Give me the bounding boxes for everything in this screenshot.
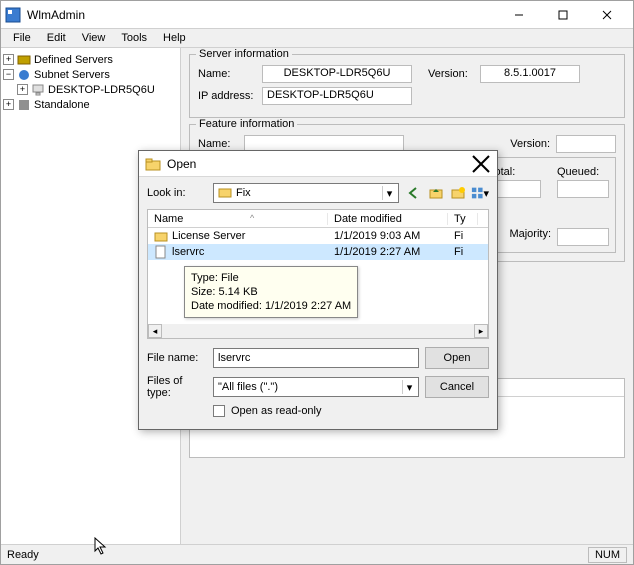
server-ip-field: DESKTOP-LDR5Q6U (262, 87, 412, 105)
feature-info-legend: Feature information (196, 118, 297, 130)
file-list[interactable]: Name^ Date modified Ty License Server 1/… (147, 209, 489, 339)
file-name-input[interactable] (213, 348, 419, 368)
subnet-servers-icon (17, 68, 31, 82)
status-ready: Ready (7, 549, 39, 561)
file-name-label: File name: (147, 352, 207, 364)
files-of-type-value: "All files (".") (218, 381, 278, 393)
scroll-right-icon[interactable]: ▸ (474, 324, 488, 338)
chevron-down-icon[interactable]: ▾ (382, 186, 396, 200)
folder-icon (218, 185, 232, 202)
app-icon (5, 7, 21, 23)
defined-servers-icon (17, 53, 31, 67)
queued-label: Queued: (557, 166, 609, 178)
server-name-label: Name: (198, 68, 256, 80)
files-of-type-combo[interactable]: "All files (".") ▾ (213, 377, 419, 397)
server-ip-label: IP address: (198, 90, 256, 102)
collapse-icon[interactable]: − (3, 69, 14, 80)
file-name: lservrc (172, 246, 204, 258)
read-only-checkbox[interactable] (213, 405, 225, 417)
majority-field (557, 228, 609, 246)
open-dialog-title: Open (167, 157, 471, 171)
tree-subnet-servers[interactable]: Subnet Servers (34, 69, 110, 81)
tree-defined-servers[interactable]: Defined Servers (34, 54, 113, 66)
col-date-header[interactable]: Date modified (328, 213, 448, 225)
file-icon (154, 245, 168, 259)
cancel-button[interactable]: Cancel (425, 376, 489, 398)
minimize-button[interactable] (497, 1, 541, 29)
folder-icon (154, 229, 168, 243)
menu-file[interactable]: File (5, 32, 39, 44)
scroll-left-icon[interactable]: ◂ (148, 324, 162, 338)
tooltip-type: Type: File (191, 271, 351, 285)
menu-tools[interactable]: Tools (113, 32, 155, 44)
queued-field (557, 180, 609, 198)
server-name-field: DESKTOP-LDR5Q6U (262, 65, 412, 83)
expand-icon[interactable]: + (17, 84, 28, 95)
horizontal-scrollbar[interactable]: ◂ ▸ (148, 324, 488, 338)
file-type: Fi (448, 230, 478, 242)
feature-name-label: Name: (198, 138, 238, 150)
menubar: File Edit View Tools Help (1, 29, 633, 48)
maximize-button[interactable] (541, 1, 585, 29)
window-title: WlmAdmin (27, 8, 497, 22)
nav-new-folder-icon[interactable] (449, 184, 467, 202)
tree-standalone[interactable]: Standalone (34, 99, 90, 111)
read-only-label: Open as read-only (231, 405, 322, 417)
open-dialog-icon (145, 156, 161, 172)
files-of-type-label: Files of type: (147, 375, 207, 399)
menu-view[interactable]: View (74, 32, 114, 44)
tooltip-modified: Date modified: 1/1/2019 2:27 AM (191, 299, 351, 313)
status-bar: Ready NUM (1, 544, 633, 564)
tree-desktop[interactable]: DESKTOP-LDR5Q6U (48, 84, 155, 96)
open-dialog: Open Look in: Fix ▾ ▾ Name^ Date modifie… (138, 150, 498, 430)
col-type-header[interactable]: Ty (448, 213, 478, 225)
expand-icon[interactable]: + (3, 99, 14, 110)
status-num: NUM (588, 547, 627, 563)
look-in-label: Look in: (147, 187, 207, 199)
server-version-field: 8.5.1.0017 (480, 65, 580, 83)
file-row[interactable]: lservrc 1/1/2019 2:27 AM Fi (148, 244, 488, 260)
standalone-icon (17, 98, 31, 112)
dialog-close-button[interactable] (471, 154, 491, 174)
close-button[interactable] (585, 1, 629, 29)
file-type: Fi (448, 246, 478, 258)
file-tooltip: Type: File Size: 5.14 KB Date modified: … (184, 266, 358, 318)
tooltip-size: Size: 5.14 KB (191, 285, 351, 299)
col-name-header[interactable]: Name^ (148, 213, 328, 225)
chevron-down-icon[interactable]: ▾ (402, 380, 416, 394)
file-row[interactable]: License Server 1/1/2019 9:03 AM Fi (148, 228, 488, 244)
open-button[interactable]: Open (425, 347, 489, 369)
sort-indicator-icon: ^ (250, 213, 254, 225)
look-in-value: Fix (236, 187, 251, 199)
server-version-label: Version: (428, 68, 474, 80)
look-in-combo[interactable]: Fix ▾ (213, 183, 399, 203)
feature-version-field[interactable] (556, 135, 616, 153)
server-info-group: Server information Name: DESKTOP-LDR5Q6U… (189, 54, 625, 118)
server-info-legend: Server information (196, 48, 292, 60)
menu-help[interactable]: Help (155, 32, 194, 44)
majority-label: Majority: (509, 228, 551, 246)
nav-up-icon[interactable] (427, 184, 445, 202)
feature-version-label: Version: (510, 138, 550, 150)
file-name: License Server (172, 230, 245, 242)
file-date: 1/1/2019 9:03 AM (328, 230, 448, 242)
expand-icon[interactable]: + (3, 54, 14, 65)
computer-icon (31, 83, 45, 97)
menu-edit[interactable]: Edit (39, 32, 74, 44)
nav-back-icon[interactable] (405, 184, 423, 202)
nav-view-icon[interactable]: ▾ (471, 184, 489, 202)
file-date: 1/1/2019 2:27 AM (328, 246, 448, 258)
